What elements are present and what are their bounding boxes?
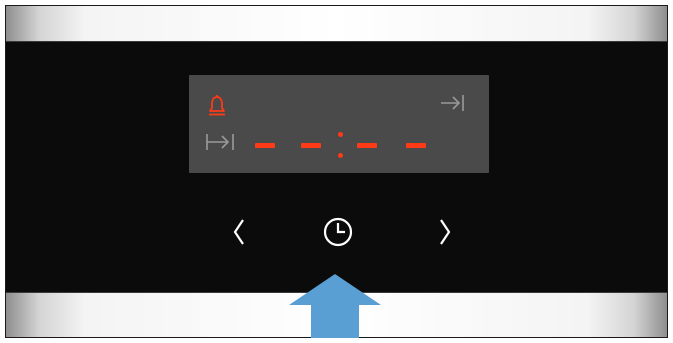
- digit-segment: [406, 143, 426, 148]
- digit-segment: [301, 143, 321, 148]
- steel-trim-top: [6, 6, 667, 41]
- time-segments: [253, 131, 433, 161]
- chevron-right-icon: [440, 219, 451, 245]
- colon-dot: [338, 132, 343, 137]
- timer-button[interactable]: [318, 212, 358, 252]
- arrow-up-icon: [289, 274, 381, 338]
- timer-display: --:--: [189, 75, 489, 173]
- start-time-icon: [206, 134, 234, 150]
- alarm-bell-icon: [209, 95, 225, 116]
- digit-segment: [357, 143, 377, 148]
- glass-control-panel: --:--: [6, 41, 667, 293]
- digit-segment: [255, 143, 275, 148]
- end-time-icon: [441, 95, 464, 111]
- next-button[interactable]: [425, 212, 465, 252]
- chevron-left-icon: [233, 219, 244, 245]
- clock-icon: [323, 217, 353, 247]
- previous-button[interactable]: [219, 212, 259, 252]
- colon-dot: [338, 153, 343, 158]
